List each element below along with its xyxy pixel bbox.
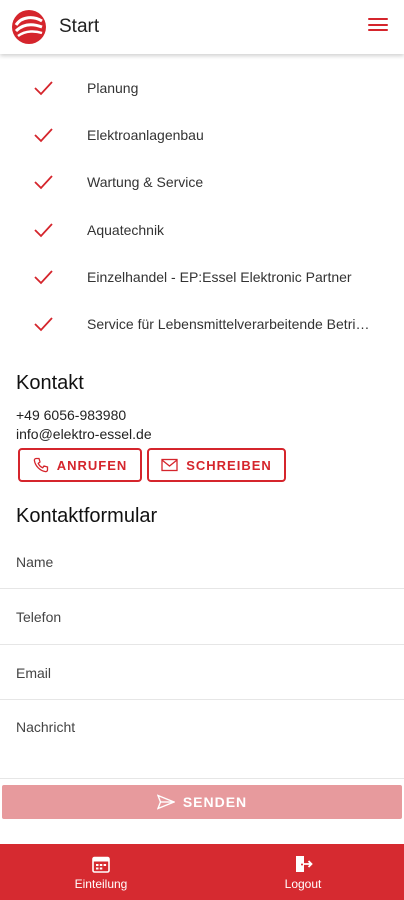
checkmark-icon: [34, 222, 53, 237]
list-item: Planung: [0, 64, 404, 111]
envelope-icon: [161, 458, 178, 472]
nav-item-schedule-label: Einteilung: [74, 876, 128, 891]
service-label: Elektroanlagenbau: [87, 126, 204, 143]
swoosh-logo-icon: [12, 10, 46, 44]
checkmark-icon: [34, 317, 53, 332]
list-item: Aquatechnik: [0, 206, 404, 253]
name-field[interactable]: [0, 536, 404, 588]
hamburger-menu-icon[interactable]: [368, 18, 388, 36]
calendar-icon: [92, 856, 110, 873]
list-item: Elektroanlagenbau: [0, 111, 404, 158]
contact-phone: +49 6056-983980: [16, 407, 127, 423]
checkmark-icon: [34, 175, 53, 190]
send-button[interactable]: SENDEN: [2, 785, 402, 819]
email-field-row: [0, 646, 404, 700]
send-button-label: SENDEN: [182, 794, 248, 810]
contact-form-heading: Kontaktformular: [16, 505, 158, 527]
paper-plane-icon: [156, 794, 175, 810]
list-item: Wartung & Service: [0, 159, 404, 206]
call-button[interactable]: ANRUFEN: [18, 448, 142, 482]
checkmark-icon: [34, 81, 53, 95]
write-button-label: SCHREIBEN: [186, 457, 272, 473]
phone-field[interactable]: [0, 590, 404, 644]
contact-heading: Kontakt: [16, 372, 84, 394]
list-item: Einzelhandel - EP:Essel Elektronic Partn…: [0, 253, 404, 300]
checkmark-icon: [34, 270, 53, 285]
message-field-row: [0, 701, 404, 779]
service-label: Einzelhandel - EP:Essel Elektronic Partn…: [87, 268, 352, 285]
service-label: Service für Lebensmittelverarbeitende Be…: [87, 316, 377, 333]
phone-field-row: [0, 590, 404, 645]
nav-item-schedule[interactable]: Einteilung: [0, 844, 202, 900]
nav-item-logout[interactable]: Logout: [202, 844, 404, 900]
service-label: Wartung & Service: [87, 174, 204, 191]
bottom-navigation: Einteilung Logout: [0, 844, 404, 900]
checkmark-icon: [34, 128, 53, 143]
list-item: Service für Lebensmittelverarbeitende Be…: [0, 300, 404, 347]
nav-item-logout-label: Logout: [284, 876, 322, 891]
services-list: Planung Elektroanlagenbau Wartung & Serv…: [0, 64, 404, 348]
call-button-label: ANRUFEN: [56, 457, 128, 473]
service-label: Planung: [87, 79, 139, 96]
write-button[interactable]: SCHREIBEN: [147, 448, 286, 482]
page-title: Start: [59, 16, 100, 37]
phone-icon: [33, 457, 48, 473]
app-bar: Start: [0, 0, 404, 54]
name-field-row: [0, 536, 404, 589]
logout-icon: [296, 855, 313, 872]
contact-email: info@elektro-essel.de: [16, 426, 152, 442]
message-field[interactable]: [0, 701, 404, 775]
email-field[interactable]: [0, 646, 404, 699]
service-label: Aquatechnik: [87, 221, 165, 238]
